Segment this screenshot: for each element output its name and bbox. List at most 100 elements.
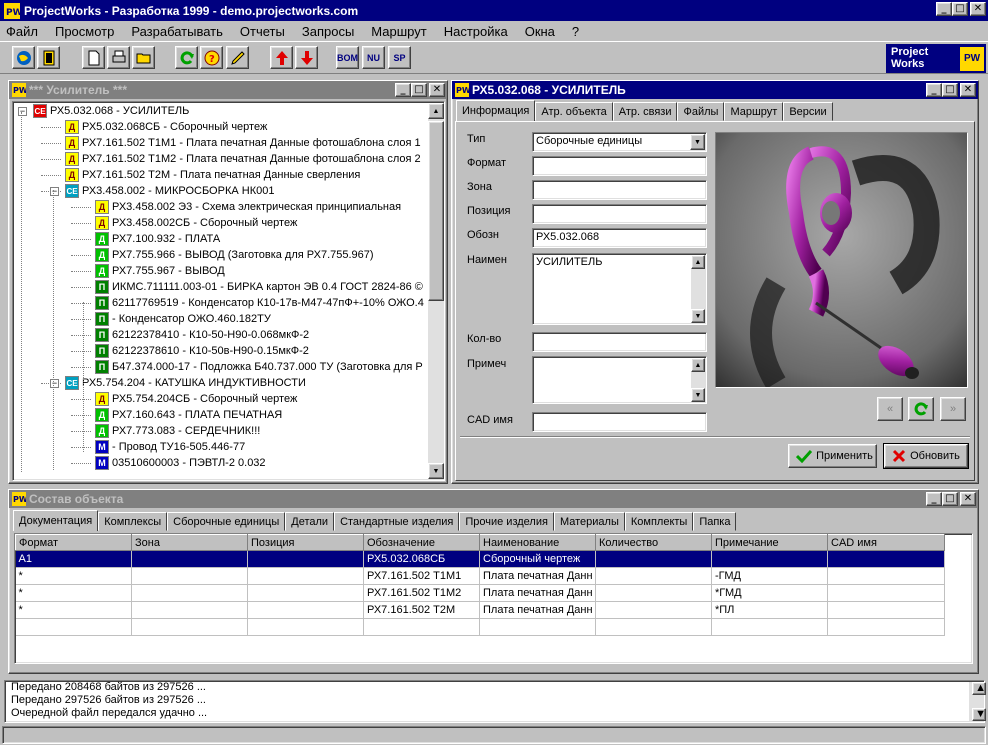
sp-button[interactable]: SP <box>388 46 411 69</box>
close-button[interactable]: ✕ <box>960 83 976 97</box>
composition-tab-3[interactable]: Детали <box>285 512 335 531</box>
column-header[interactable]: Количество <box>595 534 712 551</box>
maximize-button[interactable]: □ <box>952 2 968 16</box>
scroll-up-icon[interactable]: ▲ <box>691 358 705 372</box>
menu-item-3[interactable]: Отчеты <box>240 24 285 39</box>
tree-node[interactable]: М 03510600003 - ПЭВТЛ-2 0.032 <box>95 455 266 471</box>
menu-item-2[interactable]: Разрабатывать <box>131 24 223 39</box>
column-header[interactable]: CAD имя <box>827 534 945 551</box>
table-row[interactable]: * РХ7.161.502 Т1М1 Плата печатная Данн -ГМД <box>15 567 945 585</box>
cad-name-field[interactable] <box>532 412 707 432</box>
composition-tab-0[interactable]: Документация <box>13 510 99 531</box>
composition-tab-6[interactable]: Материалы <box>553 512 625 531</box>
tree-node[interactable]: П Б47.374.000-17 - Подложка Б40.737.000 Т… <box>95 359 423 375</box>
type-select[interactable]: Сборочные единицы ▼ <box>532 132 707 152</box>
detail-tab-4[interactable]: Маршрут <box>724 102 784 121</box>
menu-item-7[interactable]: Окна <box>525 24 555 39</box>
table-row[interactable] <box>15 618 945 636</box>
tree-node[interactable]: М - Провод ТУ16-505.446-77 <box>95 439 245 455</box>
maximize-button[interactable]: □ <box>942 83 958 97</box>
table-row[interactable]: А1 РХ5.032.068СБ Сборочный чертеж <box>15 550 945 568</box>
maximize-button[interactable]: □ <box>411 83 427 97</box>
composition-grid[interactable]: Формат Зона Позиция Обозначение Наименование… <box>14 533 973 664</box>
zone-field[interactable] <box>532 180 707 200</box>
column-header[interactable]: Обозначение <box>363 534 480 551</box>
detail-tab-1[interactable]: Атр. объекта <box>535 102 613 121</box>
tree-expander[interactable]: − <box>50 379 59 388</box>
column-header[interactable]: Примечание <box>711 534 828 551</box>
composition-tab-7[interactable]: Комплекты <box>624 512 694 531</box>
scroll-up-icon[interactable]: ▲ <box>972 682 986 695</box>
move-down-icon[interactable] <box>295 46 318 69</box>
chevron-down-icon[interactable]: ▼ <box>690 134 705 150</box>
print-icon[interactable] <box>107 46 130 69</box>
menu-item-6[interactable]: Настройка <box>444 24 508 39</box>
detail-tab-2[interactable]: Атр. связи <box>612 102 678 121</box>
composition-tab-1[interactable]: Комплексы <box>98 512 168 531</box>
qty-field[interactable] <box>532 332 707 352</box>
tree-node[interactable]: Д РХ7.755.966 - ВЫВОД (Заготовка для РХ7.… <box>95 247 374 263</box>
menu-item-8[interactable]: ? <box>572 24 579 39</box>
tree-expander[interactable]: − <box>50 187 59 196</box>
minimize-button[interactable]: _ <box>926 83 942 97</box>
menu-item-5[interactable]: Маршрут <box>371 24 426 39</box>
scroll-up-icon[interactable]: ▲ <box>691 255 705 269</box>
scroll-down-icon[interactable]: ▼ <box>428 463 444 479</box>
help-icon[interactable]: ? <box>200 46 223 69</box>
exit-door-icon[interactable] <box>37 46 60 69</box>
tree-node[interactable]: П - Конденсатор ОЖО.460.182ТУ <box>95 311 271 327</box>
column-header[interactable]: Зона <box>131 534 248 551</box>
apply-button[interactable]: Применить <box>788 444 877 468</box>
globe-icon[interactable] <box>12 46 35 69</box>
maximize-button[interactable]: □ <box>942 492 958 506</box>
refresh-button[interactable]: Обновить <box>883 443 969 469</box>
tree-node[interactable]: П 62117769519 - Конденсатор К10-17в-М47-4… <box>95 295 424 311</box>
scroll-down-icon[interactable]: ▼ <box>691 388 705 402</box>
composition-tab-4[interactable]: Стандартные изделия <box>334 512 460 531</box>
menu-item-0[interactable]: Файл <box>6 24 38 39</box>
tree-node[interactable]: Д РХ3.458.002СБ - Сборочный чертеж <box>95 215 297 231</box>
composition-tab-8[interactable]: Папка <box>693 512 737 531</box>
scroll-down-icon[interactable]: ▼ <box>691 309 705 323</box>
name-textarea[interactable]: УСИЛИТЕЛЬ ▲ ▼ <box>532 253 707 325</box>
bom-button[interactable]: BOM <box>336 46 359 69</box>
open-folder-icon[interactable] <box>132 46 155 69</box>
tree-node[interactable]: Д РХ7.161.502 Т1М1 - Плата печатная Данны… <box>65 135 421 151</box>
position-field[interactable] <box>532 204 707 224</box>
tree-node[interactable]: Д РХ7.161.502 Т2М - Плата печатная Данные… <box>65 167 360 183</box>
close-button[interactable]: ✕ <box>970 2 986 16</box>
note-textarea[interactable]: ▲ ▼ <box>532 356 707 404</box>
pencil-icon[interactable] <box>226 46 249 69</box>
previous-image-button[interactable]: « <box>877 397 903 421</box>
scroll-thumb[interactable] <box>428 121 444 301</box>
tree-node[interactable]: СЕ РХ5.032.068 - УСИЛИТЕЛЬ <box>33 103 189 119</box>
tree-node[interactable]: Д РХ7.160.643 - ПЛАТА ПЕЧАТНАЯ <box>95 407 282 423</box>
new-document-icon[interactable] <box>82 46 105 69</box>
tree-node[interactable]: СЕ РХ5.754.204 - КАТУШКА ИНДУКТИВНОСТИ <box>65 375 306 391</box>
name-scrollbar[interactable]: ▲ ▼ <box>691 255 705 323</box>
move-up-icon[interactable] <box>270 46 293 69</box>
tree-scrollbar[interactable]: ▲ ▼ <box>428 103 444 479</box>
column-header[interactable]: Позиция <box>247 534 364 551</box>
column-header[interactable]: Наименование <box>479 534 596 551</box>
refresh-icon[interactable] <box>175 46 198 69</box>
product-structure-tree[interactable]: − СЕ РХ5.032.068 - УСИЛИТЕЛЬ Д РХ5.032.068СБ… <box>12 101 445 481</box>
tree-node[interactable]: Д РХ5.032.068СБ - Сборочный чертеж <box>65 119 267 135</box>
detail-tab-3[interactable]: Файлы <box>677 102 725 121</box>
scroll-down-icon[interactable]: ▼ <box>972 708 986 721</box>
minimize-button[interactable]: _ <box>936 2 952 16</box>
detail-tab-5[interactable]: Версии <box>783 102 833 121</box>
composition-tab-2[interactable]: Сборочные единицы <box>167 512 286 531</box>
table-row[interactable]: * РХ7.161.502 Т2М Плата печатная Данн *ПЛ <box>15 601 945 619</box>
tree-node[interactable]: П ИКМС.711111.003-01 - БИРКА картон ЭВ 0.… <box>95 279 423 295</box>
tree-node[interactable]: Д РХ5.754.204СБ - Сборочный чертеж <box>95 391 297 407</box>
close-button[interactable]: ✕ <box>429 83 445 97</box>
table-row[interactable]: * РХ7.161.502 Т1М2 Плата печатная Данн *ГМД <box>15 584 945 602</box>
minimize-button[interactable]: _ <box>395 83 411 97</box>
menu-item-4[interactable]: Запросы <box>302 24 354 39</box>
detail-tab-0[interactable]: Информация <box>456 100 536 121</box>
log-scrollbar[interactable]: ▲ ▼ <box>969 682 986 721</box>
tree-node[interactable]: Д РХ3.458.002 Э3 - Схема электрическая пр… <box>95 199 401 215</box>
designation-field[interactable]: РХ5.032.068 <box>532 228 707 248</box>
minimize-button[interactable]: _ <box>926 492 942 506</box>
